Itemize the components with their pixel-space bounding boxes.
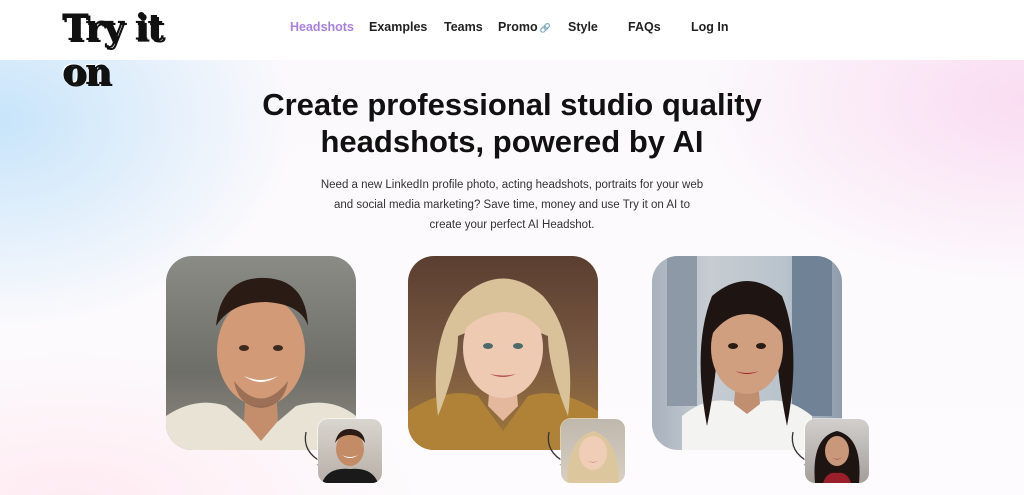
woman-dark-hair-selfie-image <box>814 431 860 483</box>
hero-description-line-2: and social media marketing? Save time, m… <box>333 199 691 211</box>
hero-title-line-1: Create professional studio quality <box>262 87 762 122</box>
man-selfie-thumbnail <box>318 419 382 483</box>
nav-teams[interactable]: Teams <box>444 20 483 34</box>
hero-description-line-1: Need a new LinkedIn profile photo, actin… <box>320 179 704 191</box>
nav-examples[interactable]: Examples <box>369 20 427 34</box>
top-navigation-bar: Try it on Headshots Examples Teams Promo… <box>0 0 1024 93</box>
hero-description-line-3: create your perfect AI Headshot. <box>429 219 595 231</box>
woman-blonde-selfie-image <box>567 431 619 483</box>
nav-style[interactable]: Style <box>568 20 598 34</box>
woman-blonde-selfie-thumbnail <box>561 419 625 483</box>
link-icon: 🔗 <box>539 23 551 33</box>
nav-login[interactable]: Log In <box>691 20 729 34</box>
site-logo[interactable]: Try it on <box>62 6 202 93</box>
nav-promo[interactable]: Promo 🔗 <box>498 20 551 34</box>
woman-dark-hair-selfie-thumbnail <box>805 419 869 483</box>
hero-title-line-2: headshots, powered by AI <box>320 124 704 159</box>
nav-faqs[interactable]: FAQs <box>628 20 661 34</box>
man-selfie-image <box>322 428 378 483</box>
hero-title: Create professional studio quality heads… <box>212 86 812 160</box>
nav-promo-label: Promo <box>498 20 538 34</box>
hero-description: Need a new LinkedIn profile photo, actin… <box>300 175 724 235</box>
nav-headshots[interactable]: Headshots <box>290 20 354 34</box>
